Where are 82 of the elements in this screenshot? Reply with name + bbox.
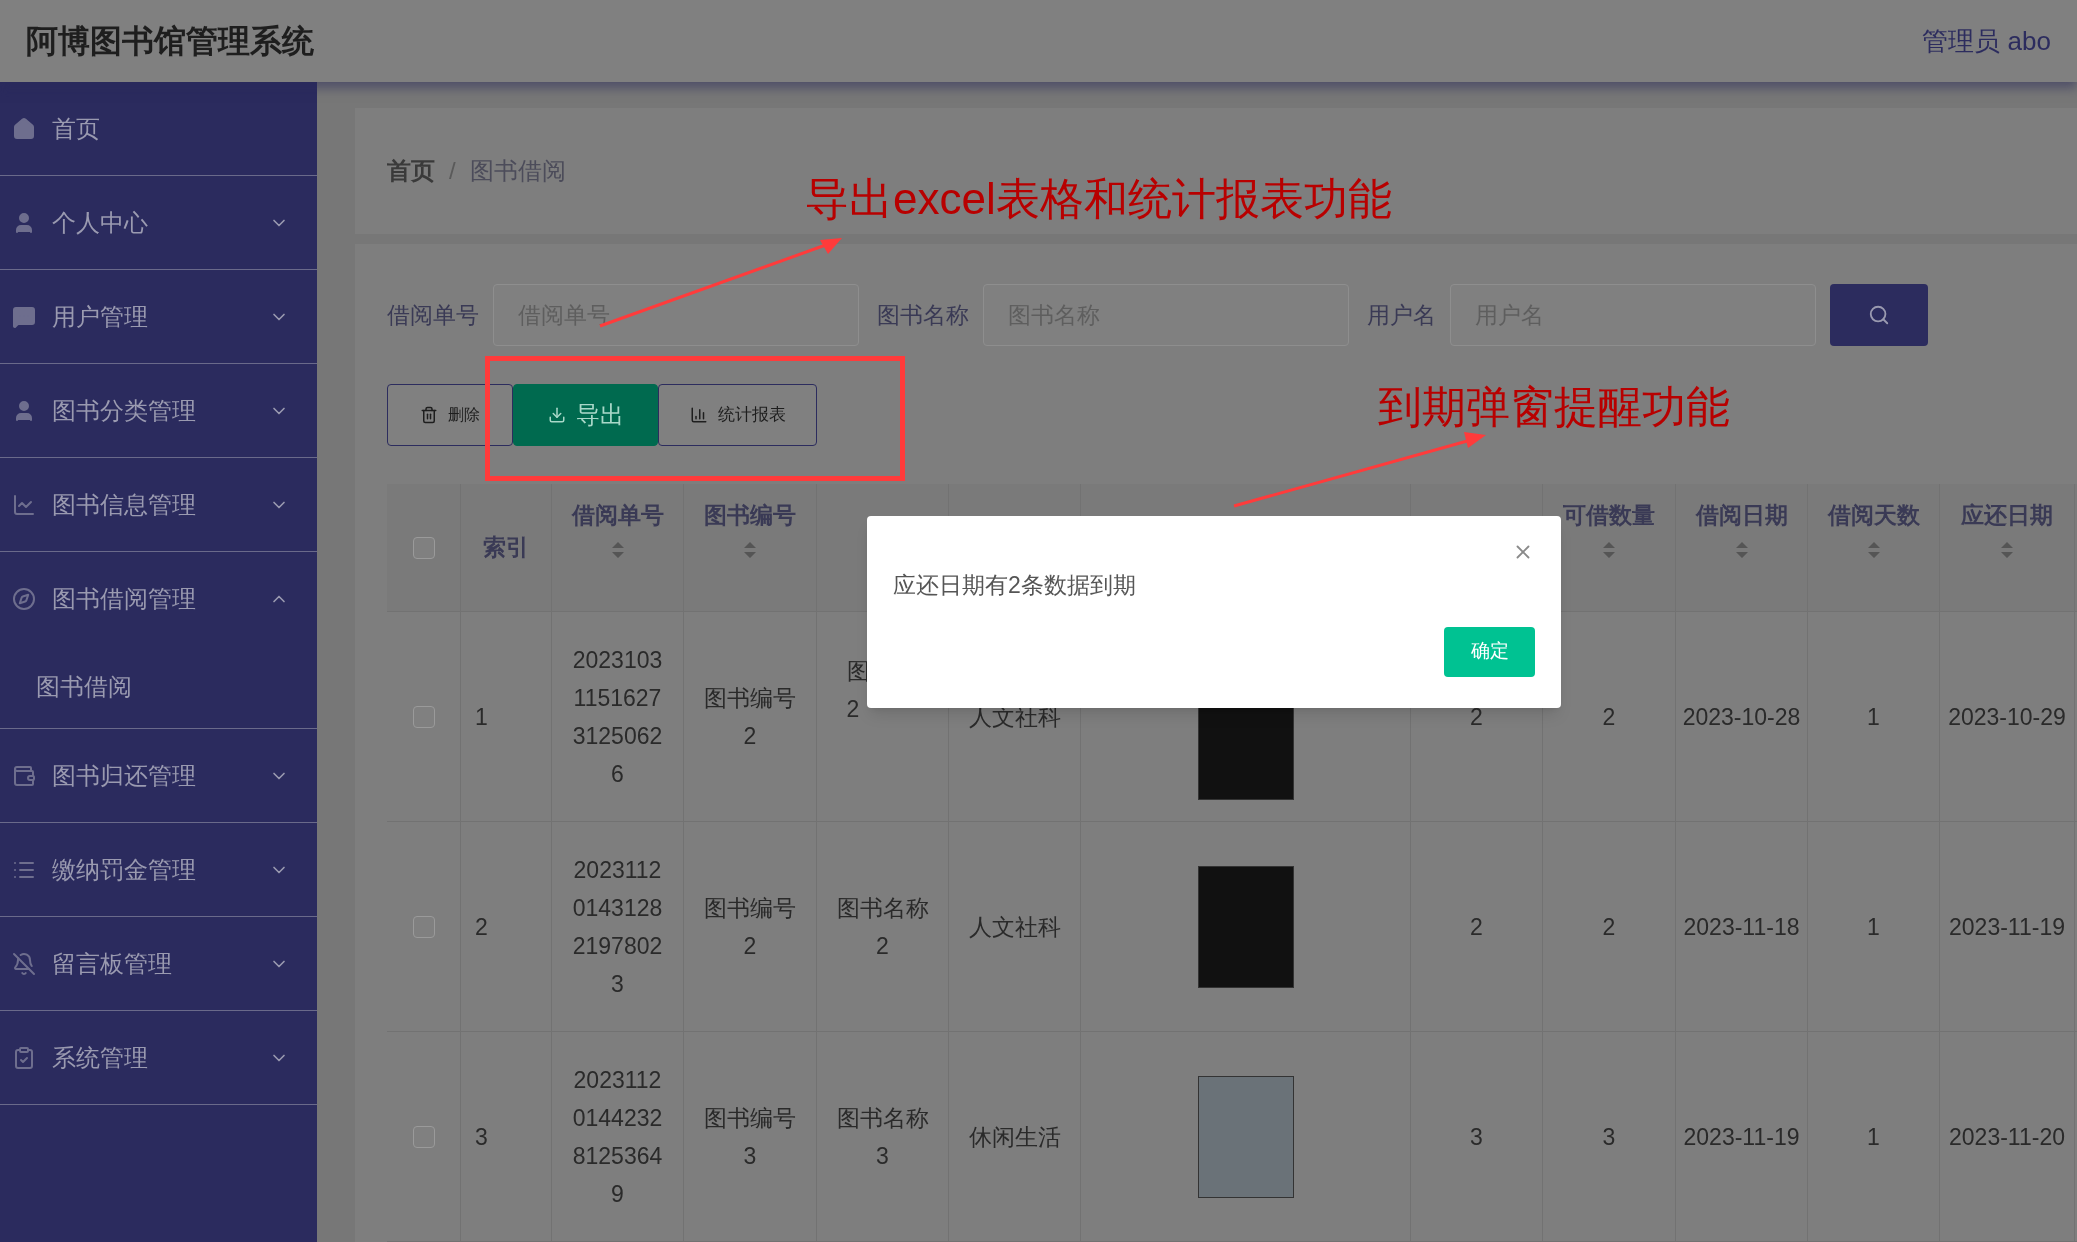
- sidebar-item[interactable]: 个人中心: [0, 176, 317, 269]
- sidebar-item[interactable]: 用户管理: [0, 270, 317, 363]
- menu-icon: [12, 304, 36, 329]
- sidebar-item[interactable]: 图书分类管理: [0, 364, 317, 457]
- breadcrumb-link[interactable]: 首页: [387, 153, 435, 189]
- submenu-item[interactable]: 图书借阅: [0, 645, 317, 728]
- table-cell-text: 2: [1601, 912, 1617, 942]
- table-cell-text: 1: [1866, 702, 1881, 732]
- breadcrumb-separator: /: [449, 156, 456, 186]
- menu-icon: [12, 1045, 36, 1070]
- table-cell-text: 人文社科: [968, 702, 1061, 732]
- row-checkbox[interactable]: [412, 915, 435, 938]
- menu-icon: [12, 492, 36, 517]
- table-cell-text: 2023-10-28: [1682, 702, 1801, 732]
- table-cell-text: 2023-10-29: [1948, 702, 2066, 732]
- sort-icon[interactable]: [1602, 540, 1616, 559]
- table-cell-text: 2023-11-19: [1683, 1122, 1800, 1152]
- table-cell-text: 2: [475, 912, 488, 942]
- sort-icon[interactable]: [2000, 540, 2014, 559]
- table-cell-text: 2023112014312821978023: [571, 855, 664, 999]
- table-cell-text: 2023-11-20: [1949, 1122, 2065, 1152]
- action-button[interactable]: 导出: [513, 384, 658, 446]
- menu-icon: [12, 763, 36, 788]
- table-cell-text: 图书编号2: [703, 683, 797, 751]
- table-cell-text: 图书名称3: [835, 1103, 930, 1171]
- sort-icon[interactable]: [1734, 540, 1749, 559]
- table-cell-text: 图书编号2: [703, 893, 797, 961]
- annotation-text: 导出excel表格和统计报表功能: [805, 173, 1392, 225]
- table-cell-text: 图书名称2: [835, 893, 930, 961]
- column-header: 应还日期: [1961, 501, 2053, 530]
- column-header: 借阅日期: [1695, 501, 1788, 530]
- table-cell-text: 1: [1866, 1122, 1881, 1152]
- table-cell-text: 人文社科: [968, 912, 1061, 942]
- sidebar-item[interactable]: 图书借阅管理: [0, 552, 317, 645]
- table-cell-text: 2023103115162731250626: [571, 645, 664, 789]
- table-cell-text: 2023-11-18: [1683, 912, 1800, 942]
- search-label: 借阅单号: [387, 300, 479, 330]
- table-cell-text: 3: [1601, 1122, 1617, 1152]
- search-label: 用户名: [1367, 300, 1436, 330]
- sidebar-item[interactable]: 图书信息管理: [0, 458, 317, 551]
- dialog-message: 应还日期有2条数据到期: [893, 571, 1137, 600]
- download-icon: [547, 406, 566, 424]
- row-checkbox[interactable]: [412, 705, 435, 728]
- search-icon: [1868, 304, 1890, 326]
- sidebar-item[interactable]: 缴纳罚金管理: [0, 823, 317, 916]
- table-cell-text: 3: [475, 1122, 488, 1152]
- sidebar-item[interactable]: 图书归还管理: [0, 729, 317, 822]
- table-cell-text: 图书编号3: [703, 1103, 797, 1171]
- search-button[interactable]: [1830, 284, 1928, 346]
- search-label: 图书名称: [877, 300, 969, 330]
- column-header: 可借数量: [1563, 501, 1655, 530]
- action-button[interactable]: 统计报表: [658, 384, 817, 446]
- row-checkbox[interactable]: [412, 1125, 435, 1148]
- table-cell-text: 2: [1470, 912, 1483, 942]
- column-header: 借阅单号: [571, 501, 664, 530]
- sidebar-item[interactable]: 系统管理: [0, 1011, 317, 1104]
- trash-icon: [420, 406, 438, 424]
- table-cell-text: 3: [1470, 1122, 1483, 1152]
- sort-icon[interactable]: [610, 540, 625, 559]
- table-cell-text: 休闲生活: [968, 1122, 1061, 1152]
- select-all-checkbox[interactable]: [412, 536, 435, 559]
- app-title: 阿博图书馆管理系统: [26, 22, 314, 61]
- sort-icon[interactable]: [743, 540, 757, 559]
- sort-icon[interactable]: [1866, 540, 1881, 559]
- annotation-text: 到期弹窗提醒功能: [1378, 381, 1730, 433]
- table-cell-text: 1: [475, 702, 488, 732]
- sidebar-item[interactable]: 首页: [0, 82, 317, 175]
- column-header: 借阅天数: [1827, 501, 1920, 530]
- table-cell-text: 1: [1866, 912, 1881, 942]
- menu-icon: [12, 116, 36, 141]
- menu-icon: [12, 586, 36, 611]
- table-cell-text: 2: [1601, 702, 1617, 732]
- column-header: 索引: [483, 533, 529, 563]
- table-cell-text: 2023-11-19: [1949, 912, 2065, 942]
- sidebar-item[interactable]: 留言板管理: [0, 917, 317, 1010]
- menu-icon: [12, 951, 36, 976]
- table-cell-text: 2023112014423281253649: [571, 1065, 664, 1209]
- column-header: 图书编号: [704, 501, 796, 530]
- action-button[interactable]: 删除: [387, 384, 513, 446]
- user-label[interactable]: 管理员 abo: [1922, 21, 2051, 61]
- bar-chart-icon: [689, 406, 708, 424]
- table-cell-text: 2: [1470, 702, 1483, 732]
